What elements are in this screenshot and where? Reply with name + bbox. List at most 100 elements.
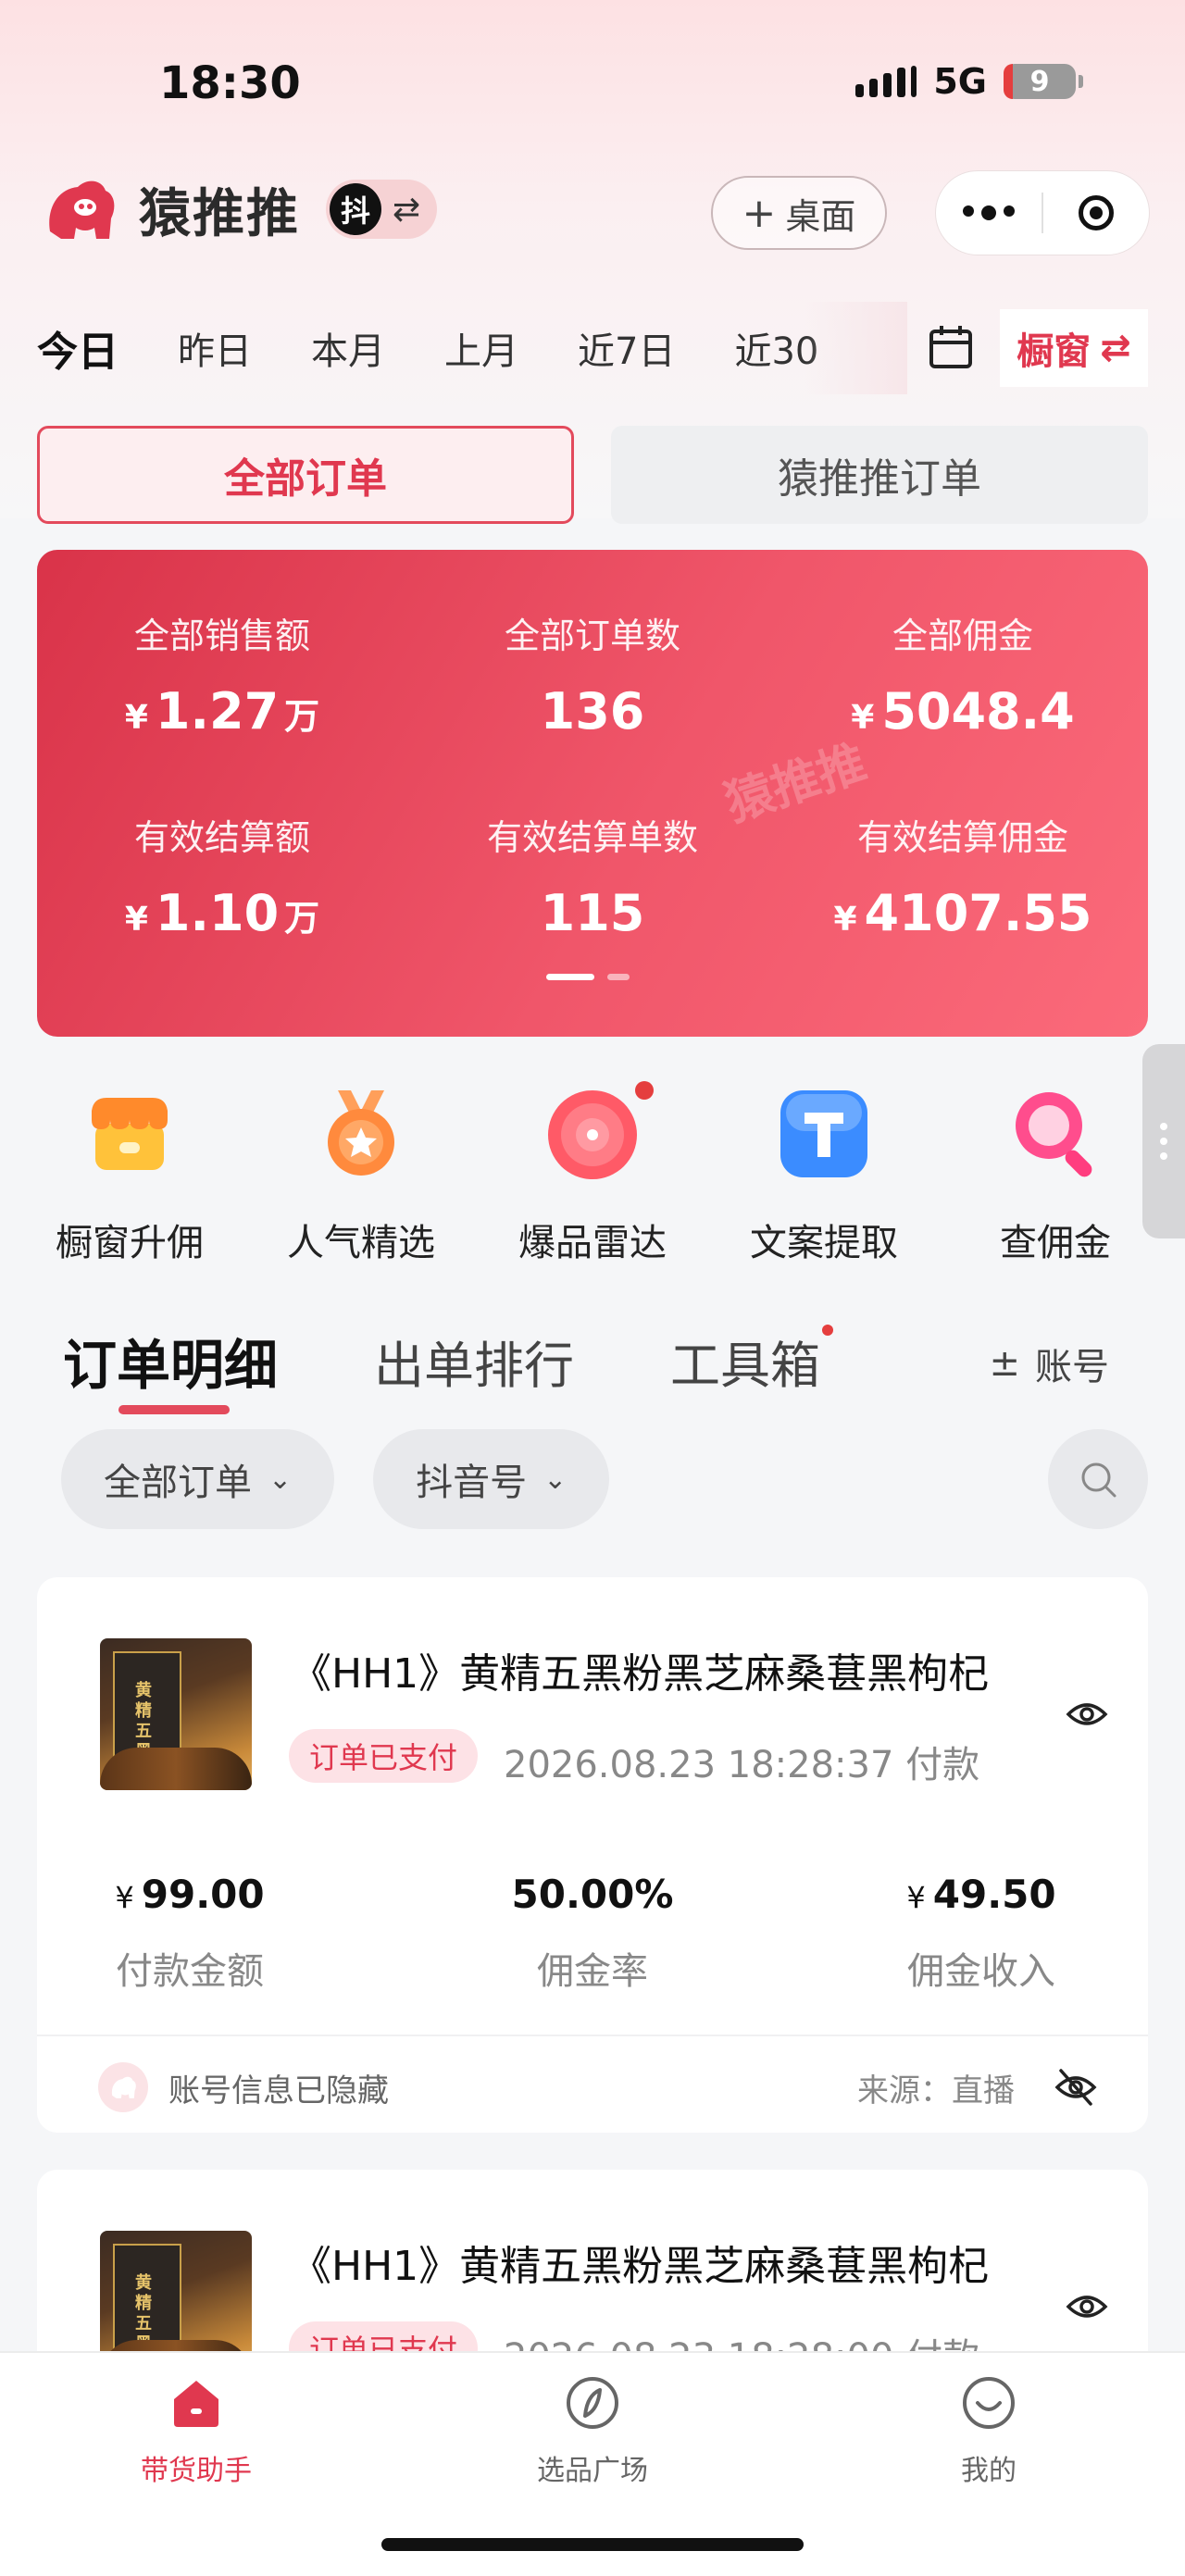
metric-label: 佣金收入	[907, 1950, 1055, 1993]
metric-label: 付款金额	[116, 1950, 264, 1993]
tool-store-commission[interactable]: 橱窗升佣	[37, 1083, 222, 1266]
tool-copy-extract[interactable]: 文案提取	[731, 1083, 917, 1266]
order-status-badge: 订单已支付	[289, 1729, 479, 1783]
status-indicators: 5G 9	[855, 61, 1083, 102]
tool-label: 爆品雷达	[518, 1222, 667, 1264]
account-toggle-button[interactable]: ± 账号	[989, 1337, 1109, 1390]
product-thumbnail: 黄精五黑粉	[100, 1638, 252, 1790]
smile-icon	[963, 2377, 1015, 2429]
stat-total-sales: 全部销售额 ¥1.27 万	[37, 607, 407, 740]
plus-minus-icon: ±	[989, 1342, 1020, 1385]
battery-icon: 9	[1004, 64, 1083, 99]
close-miniprogram-button[interactable]	[1043, 195, 1149, 230]
stat-value: ¥4107.55	[833, 884, 1092, 942]
section-tabs: 订单明细 出单排行 工具箱 ± 账号	[63, 1322, 1137, 1414]
notification-dot	[822, 1324, 834, 1336]
date-tabs-fade	[805, 302, 907, 394]
stat-value: ¥5048.4	[851, 682, 1075, 740]
search-button[interactable]	[1048, 1429, 1148, 1529]
payment-time: 2026.08.23 18:28:37 付款	[504, 1744, 980, 1786]
tab-toolbox[interactable]: 工具箱	[670, 1324, 834, 1398]
nav-me[interactable]: 我的	[878, 2373, 1100, 2488]
metric-commission-income: ¥49.50 佣金收入	[713, 1872, 1148, 1995]
stat-label: 全部订单数	[504, 616, 680, 656]
tool-label: 人气精选	[287, 1222, 435, 1264]
store-window-switch[interactable]: 橱窗 ⇄	[1000, 309, 1148, 387]
eye-icon[interactable]	[1065, 1692, 1109, 1736]
order-metrics: ¥99.00 付款金额 50.00% 佣金率 ¥49.50 佣金收入	[37, 1872, 1148, 1995]
floating-side-handle[interactable]	[1142, 1044, 1185, 1238]
product-title: 《HH1》黄精五黑粉黑芝麻桑葚黑枸杞	[291, 2243, 990, 2290]
swap-icon: ⇄	[1100, 327, 1131, 369]
metric-commission-rate: 50.00% 佣金率	[472, 1872, 713, 1995]
date-tab-this-month[interactable]: 本月	[311, 321, 385, 375]
date-tab-last-month[interactable]: 上月	[444, 321, 518, 375]
date-tab-last-7-days[interactable]: 近7日	[578, 321, 675, 375]
divider	[37, 2035, 1148, 2036]
commission-rate: 50.00%	[511, 1872, 674, 1917]
metric-payment-amount: ¥99.00 付款金额	[37, 1872, 472, 1995]
platform-switch[interactable]: 抖 ⇄	[326, 180, 438, 239]
commission-income: 49.50	[932, 1872, 1056, 1917]
signal-icon	[855, 66, 917, 97]
search-icon	[1081, 1462, 1116, 1498]
stat-total-commission: 全部佣金 ¥5048.4	[778, 607, 1148, 740]
stat-settled-commission: 有效结算佣金 ¥4107.55	[778, 809, 1148, 942]
home-indicator	[381, 2538, 804, 2551]
eye-off-icon[interactable]	[1054, 2065, 1098, 2109]
stat-label: 有效结算单数	[486, 817, 698, 858]
add-to-desktop-button[interactable]: + 桌面	[711, 176, 887, 250]
order-type-tabs: 全部订单 猿推推订单	[37, 426, 1148, 524]
stat-label: 全部销售额	[133, 616, 310, 656]
filter-label: 全部订单	[104, 1462, 252, 1504]
payment-amount: 99.00	[141, 1872, 265, 1917]
calendar-icon[interactable]	[928, 324, 974, 370]
text-extract-icon	[780, 1090, 867, 1177]
account-filter[interactable]: 抖音号 ⌄	[373, 1429, 610, 1529]
nav-sales-assistant[interactable]: 带货助手	[85, 2373, 307, 2488]
account-hidden-text: 账号信息已隐藏	[168, 2072, 389, 2109]
stat-total-orders: 全部订单数 136	[407, 607, 778, 740]
filter-label: 抖音号	[416, 1462, 528, 1504]
date-tab-yesterday[interactable]: 昨日	[178, 321, 252, 375]
compass-icon	[567, 2377, 618, 2429]
date-range-tabs: 今日 昨日 本月 上月 近7日 近30	[37, 320, 878, 376]
tab-order-details[interactable]: 订单明细	[63, 1322, 278, 1414]
stat-value: 136	[540, 682, 645, 740]
chevron-down-icon: ⌄	[268, 1462, 293, 1496]
date-tab-today[interactable]: 今日	[37, 318, 118, 378]
stat-label: 有效结算佣金	[856, 817, 1068, 858]
tool-check-commission[interactable]: 查佣金	[963, 1083, 1148, 1266]
store-switch-label: 橱窗	[1017, 330, 1091, 373]
tab-order-ranking[interactable]: 出单排行	[374, 1325, 574, 1398]
desktop-button-label: 桌面	[785, 195, 856, 237]
order-filters: 全部订单 ⌄ 抖音号 ⌄	[61, 1429, 610, 1529]
more-icon[interactable]	[936, 205, 1042, 220]
app-header: 猿推推 抖 ⇄	[37, 167, 438, 252]
stat-label: 全部佣金	[892, 616, 1033, 656]
tab-toolbox-label: 工具箱	[670, 1336, 821, 1395]
magnifier-icon	[1016, 1092, 1092, 1177]
stats-card[interactable]: 猿推推 全部销售额 ¥1.27 万 全部订单数 136 全部佣金 ¥5048.4 …	[37, 550, 1148, 1037]
product-title: 《HH1》黄精五黑粉黑芝麻桑葚黑枸杞	[291, 1650, 990, 1698]
nav-label: 我的	[961, 2455, 1017, 2487]
status-time: 18:30	[159, 57, 301, 109]
nav-product-plaza[interactable]: 选品广场	[481, 2373, 704, 2488]
order-card[interactable]: 黄精五黑粉 《HH1》黄精五黑粉黑芝麻桑葚黑枸杞 订单已支付 2026.08.2…	[37, 1577, 1148, 2133]
order-source: 来源：直播	[857, 2072, 1015, 2109]
eye-icon[interactable]	[1065, 2284, 1109, 2329]
tool-hot-product-radar[interactable]: 爆品雷达	[500, 1081, 685, 1266]
battery-level: 9	[1029, 65, 1050, 98]
carousel-dots	[546, 974, 630, 980]
storefront-icon	[92, 1098, 168, 1170]
tool-label: 文案提取	[750, 1222, 898, 1264]
gorilla-logo-icon	[49, 180, 115, 239]
stat-label: 有效结算额	[133, 817, 310, 858]
order-status-filter[interactable]: 全部订单 ⌄	[61, 1429, 335, 1529]
tab-app-orders[interactable]: 猿推推订单	[611, 426, 1148, 524]
tab-all-orders[interactable]: 全部订单	[37, 426, 574, 524]
tool-popular-picks[interactable]: 人气精选	[268, 1083, 454, 1266]
douyin-icon: 抖	[330, 183, 381, 235]
stat-settled-orders: 有效结算单数 115	[407, 809, 778, 942]
metric-label: 佣金率	[537, 1950, 648, 1993]
